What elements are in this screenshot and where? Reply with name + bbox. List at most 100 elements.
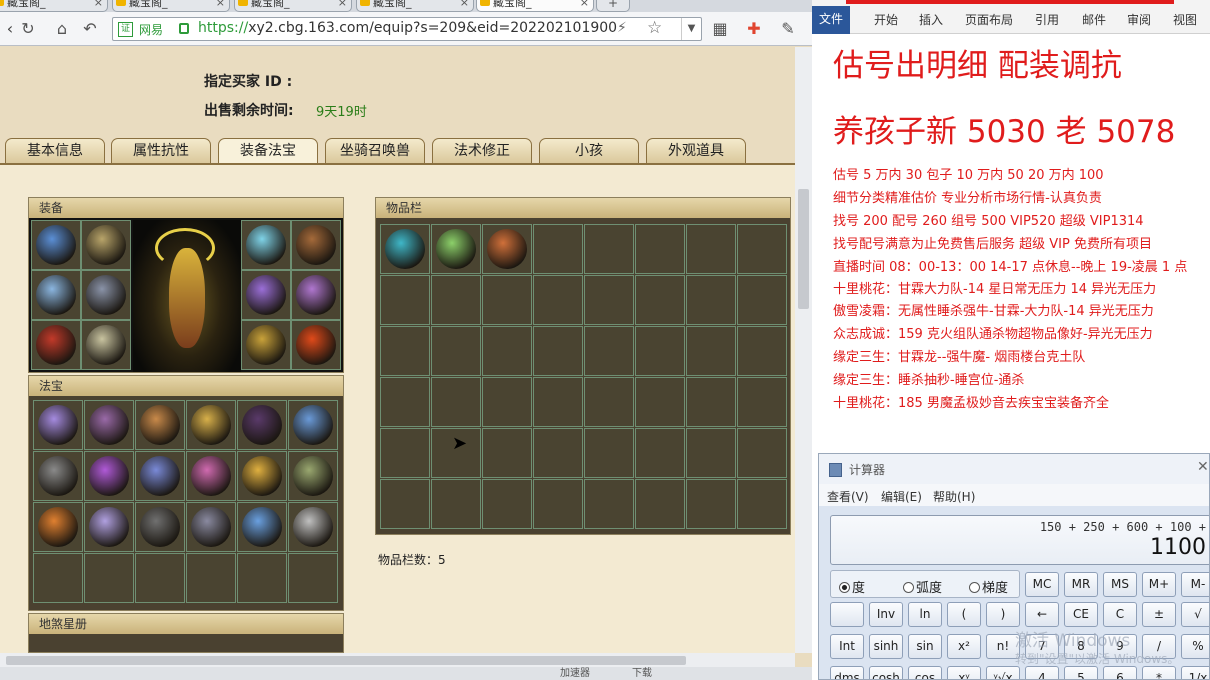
address-bar[interactable]: 证 网易 https://xy2.cbg.163.com/equip?s=209… — [112, 17, 702, 41]
tab-equipment[interactable]: 装备法宝 — [218, 138, 318, 164]
inventory-slot[interactable] — [431, 224, 481, 274]
vertical-scrollbar[interactable] — [795, 47, 812, 653]
fabao-slot[interactable] — [288, 553, 338, 603]
horizontal-scrollbar[interactable] — [0, 653, 795, 667]
equipment-slot[interactable] — [31, 220, 81, 270]
menu-edit[interactable]: 编辑(E) — [881, 488, 922, 505]
calc-key[interactable]: √ — [1181, 602, 1209, 627]
fabao-slot[interactable] — [186, 451, 236, 501]
fabao-slot[interactable] — [288, 502, 338, 552]
inventory-slot[interactable] — [686, 479, 736, 529]
inventory-slot[interactable] — [584, 224, 634, 274]
inventory-slot[interactable] — [584, 428, 634, 478]
inventory-slot[interactable] — [584, 479, 634, 529]
home-icon[interactable]: ⌂ — [52, 19, 72, 39]
calc-key[interactable]: sinh — [869, 634, 903, 659]
tab-view[interactable]: 视图 — [1173, 11, 1197, 28]
inventory-slot[interactable] — [533, 479, 583, 529]
browser-tab-4[interactable]: 藏宝阁_ × — [356, 0, 474, 12]
calc-key[interactable]: 5 — [1064, 666, 1098, 679]
browser-tab-2[interactable]: 藏宝阁_ × — [112, 0, 230, 12]
inventory-slot[interactable] — [686, 275, 736, 325]
inventory-slot[interactable] — [380, 479, 430, 529]
grid-apps-icon[interactable]: ▦ — [710, 19, 730, 39]
fabao-slot[interactable] — [84, 553, 134, 603]
tab-references[interactable]: 引用 — [1035, 11, 1059, 28]
close-tab-icon[interactable]: × — [338, 0, 347, 11]
calc-key[interactable]: x² — [947, 634, 981, 659]
url-dropdown-icon[interactable]: ▼ — [681, 18, 701, 40]
tab-basic-info[interactable]: 基本信息 — [5, 138, 105, 164]
inventory-slot[interactable] — [533, 377, 583, 427]
calc-key[interactable]: ʸ√x — [986, 666, 1020, 679]
tools-wrench-icon[interactable]: ✎ — [778, 19, 798, 39]
tab-mailings[interactable]: 邮件 — [1082, 11, 1106, 28]
equipment-slot[interactable] — [31, 270, 81, 320]
calc-key[interactable]: sin — [908, 634, 942, 659]
calc-key[interactable]: 6 — [1103, 666, 1137, 679]
close-tab-icon[interactable]: × — [216, 0, 225, 11]
equipment-slot[interactable] — [31, 320, 81, 370]
fabao-slot[interactable] — [84, 502, 134, 552]
equipment-slot[interactable] — [291, 320, 341, 370]
fabao-slot[interactable] — [288, 451, 338, 501]
mode-gradian-radio[interactable]: 梯度 — [969, 577, 1008, 596]
equipment-slot[interactable] — [81, 320, 131, 370]
fabao-slot[interactable] — [186, 553, 236, 603]
tab-attributes[interactable]: 属性抗性 — [111, 138, 211, 164]
close-tab-icon[interactable]: × — [460, 0, 469, 11]
inventory-slot[interactable] — [380, 275, 430, 325]
inventory-slot[interactable] — [482, 275, 532, 325]
calc-key[interactable]: Int — [830, 634, 864, 659]
memory-key[interactable]: M+ — [1142, 572, 1176, 597]
menu-view[interactable]: 查看(V) — [827, 488, 869, 505]
calc-key[interactable]: xʸ — [947, 666, 981, 679]
inventory-slot[interactable] — [584, 377, 634, 427]
calc-key[interactable]: Inv — [869, 602, 903, 627]
inventory-slot[interactable] — [482, 479, 532, 529]
inventory-slot[interactable] — [686, 224, 736, 274]
inventory-slot[interactable] — [380, 428, 430, 478]
calc-key[interactable]: cos — [908, 666, 942, 679]
inventory-slot[interactable] — [686, 428, 736, 478]
tab-insert[interactable]: 插入 — [919, 11, 943, 28]
fabao-slot[interactable] — [84, 400, 134, 450]
fabao-slot[interactable] — [186, 400, 236, 450]
horizontal-scroll-thumb[interactable] — [6, 656, 686, 665]
url-text[interactable]: https://xy2.cbg.163.com/equip?s=209&eid=… — [198, 20, 618, 36]
inventory-slot[interactable] — [635, 428, 685, 478]
browser-tab-5[interactable]: 藏宝阁_ × — [476, 0, 594, 12]
equipment-slot[interactable] — [291, 270, 341, 320]
calc-key[interactable]: CE — [1064, 602, 1098, 627]
calc-key[interactable]: ± — [1142, 602, 1176, 627]
accelerator-button[interactable]: 加速器 — [560, 667, 590, 680]
fabao-slot[interactable] — [135, 400, 185, 450]
inventory-slot[interactable] — [737, 428, 787, 478]
fabao-slot[interactable] — [135, 502, 185, 552]
memory-key[interactable]: MR — [1064, 572, 1098, 597]
inventory-slot[interactable] — [482, 326, 532, 376]
mode-radian-radio[interactable]: 弧度 — [903, 577, 942, 596]
tab-review[interactable]: 审阅 — [1127, 11, 1151, 28]
fabao-slot[interactable] — [237, 400, 287, 450]
inventory-slot[interactable] — [431, 275, 481, 325]
calc-key[interactable] — [830, 602, 864, 627]
inventory-slot[interactable] — [431, 479, 481, 529]
speed-mode-icon[interactable]: ⚡ — [617, 20, 627, 36]
calc-key[interactable]: C — [1103, 602, 1137, 627]
mode-degree-radio[interactable]: 度 — [839, 577, 865, 596]
inventory-slot[interactable] — [737, 377, 787, 427]
menu-help[interactable]: 帮助(H) — [933, 488, 975, 505]
tab-child[interactable]: 小孩 — [539, 138, 639, 164]
close-tab-icon[interactable]: × — [94, 0, 103, 11]
calc-key[interactable]: ) — [986, 602, 1020, 627]
inventory-slot[interactable] — [635, 479, 685, 529]
fabao-slot[interactable] — [186, 502, 236, 552]
browser-tab-3[interactable]: 藏宝阁_ × — [234, 0, 352, 12]
memory-key[interactable]: MS — [1103, 572, 1137, 597]
equipment-slot[interactable] — [81, 270, 131, 320]
calc-key[interactable]: dms — [830, 666, 864, 679]
inventory-slot[interactable] — [380, 224, 430, 274]
calc-key[interactable]: 1/x — [1181, 666, 1209, 679]
inventory-slot[interactable] — [380, 326, 430, 376]
